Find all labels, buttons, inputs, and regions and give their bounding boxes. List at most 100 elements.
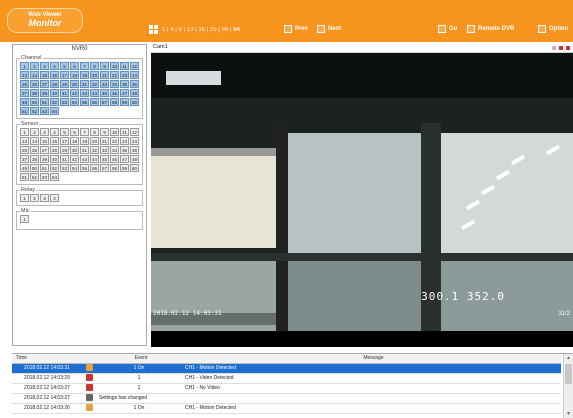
relay-button[interactable]: 1 (20, 194, 29, 202)
sensor-button[interactable]: 24 (130, 137, 139, 145)
sensor-button[interactable]: 34 (110, 146, 119, 154)
sensor-button[interactable]: 38 (30, 155, 39, 163)
channel-button[interactable]: 56 (90, 98, 99, 106)
channel-button[interactable]: 28 (50, 80, 59, 88)
col-event[interactable]: Event (96, 354, 182, 364)
channel-button[interactable]: 30 (70, 80, 79, 88)
sensor-button[interactable]: 21 (100, 137, 109, 145)
channel-button[interactable]: 12 (130, 62, 139, 70)
sensor-button[interactable]: 23 (120, 137, 129, 145)
channel-button[interactable]: 41 (60, 89, 69, 97)
sensor-button[interactable]: 36 (130, 146, 139, 154)
channel-button[interactable]: 53 (60, 98, 69, 106)
sensor-button[interactable]: 41 (60, 155, 69, 163)
channel-button[interactable]: 35 (120, 80, 129, 88)
channel-button[interactable]: 27 (40, 80, 49, 88)
channel-button[interactable]: 52 (50, 98, 59, 106)
sensor-button[interactable]: 30 (70, 146, 79, 154)
log-row[interactable]: 2018.02.12 14:03:27 Settings has changed (12, 393, 561, 404)
sensor-button[interactable]: 12 (130, 128, 139, 136)
channel-button[interactable]: 44 (90, 89, 99, 97)
sensor-button[interactable]: 46 (110, 155, 119, 163)
sensor-button[interactable]: 48 (130, 155, 139, 163)
sensor-button[interactable]: 39 (40, 155, 49, 163)
log-row[interactable]: 2018.02.12 14:03:31 1 On CH1 - Motion Dete… (12, 363, 561, 374)
channel-button[interactable]: 29 (60, 80, 69, 88)
scroll-up-icon[interactable]: ▲ (566, 355, 571, 361)
mic-button[interactable]: 1 (20, 215, 29, 223)
sensor-button[interactable]: 7 (80, 128, 89, 136)
log-row[interactable]: 2018.02.12 14:03:27 1 CH1 - No Video (12, 383, 561, 394)
channel-button[interactable]: 13 (20, 71, 29, 79)
sensor-button[interactable]: 4 (50, 128, 59, 136)
minimize-icon[interactable] (551, 45, 557, 51)
sensor-button[interactable]: 37 (20, 155, 29, 163)
channel-button[interactable]: 14 (30, 71, 39, 79)
scroll-thumb[interactable] (565, 364, 572, 384)
prev-button[interactable]: Prev (284, 25, 308, 33)
sensor-button[interactable]: 20 (90, 137, 99, 145)
camera-pane[interactable]: Cam1 300.1 352.0 2018.02.12 14:03:31 31/… (151, 44, 573, 347)
channel-button[interactable]: 61 (20, 107, 29, 115)
split-mode-64[interactable]: 64 (233, 27, 240, 33)
sensor-button[interactable]: 43 (80, 155, 89, 163)
channel-button[interactable]: 45 (100, 89, 109, 97)
log-row[interactable]: 2018.02.12 14:03:29 1 CH1 - Video Detected (12, 373, 561, 384)
channel-button[interactable]: 62 (30, 107, 39, 115)
channel-button[interactable]: 34 (110, 80, 119, 88)
sensor-button[interactable]: 40 (50, 155, 59, 163)
sensor-button[interactable]: 32 (90, 146, 99, 154)
sensor-button[interactable]: 3 (40, 128, 49, 136)
channel-button[interactable]: 37 (20, 89, 29, 97)
sensor-button[interactable]: 9 (100, 128, 109, 136)
channel-button[interactable]: 8 (90, 62, 99, 70)
sensor-button[interactable]: 51 (40, 164, 49, 172)
channel-button[interactable]: 10 (110, 62, 119, 70)
channel-button[interactable]: 57 (100, 98, 109, 106)
scroll-down-icon[interactable]: ▼ (566, 411, 571, 417)
channel-button[interactable]: 38 (30, 89, 39, 97)
channel-button[interactable]: 6 (70, 62, 79, 70)
channel-button[interactable]: 49 (20, 98, 29, 106)
relay-button[interactable]: 4 (50, 194, 59, 202)
sensor-button[interactable]: 42 (70, 155, 79, 163)
sensor-button[interactable]: 16 (50, 137, 59, 145)
sensor-button[interactable]: 63 (40, 173, 49, 181)
channel-button[interactable]: 36 (130, 80, 139, 88)
channel-button[interactable]: 3 (40, 62, 49, 70)
sensor-button[interactable]: 31 (80, 146, 89, 154)
sensor-button[interactable]: 50 (30, 164, 39, 172)
remote-dvr-button[interactable]: Remote DVR (467, 25, 514, 33)
sensor-button[interactable]: 56 (90, 164, 99, 172)
sensor-button[interactable]: 11 (120, 128, 129, 136)
sensor-button[interactable]: 61 (20, 173, 29, 181)
sensor-button[interactable]: 29 (60, 146, 69, 154)
channel-button[interactable]: 26 (30, 80, 39, 88)
sensor-button[interactable]: 64 (50, 173, 59, 181)
sensor-button[interactable]: 25 (20, 146, 29, 154)
channel-button[interactable]: 9 (100, 62, 109, 70)
channel-button[interactable]: 21 (100, 71, 109, 79)
close-icon[interactable] (565, 45, 571, 51)
channel-button[interactable]: 47 (120, 89, 129, 97)
channel-button[interactable]: 42 (70, 89, 79, 97)
sensor-button[interactable]: 6 (70, 128, 79, 136)
sensor-button[interactable]: 19 (80, 137, 89, 145)
video-feed[interactable]: 300.1 352.0 2018.02.12 14:03:31 31/2 (151, 53, 573, 347)
channel-button[interactable]: 11 (120, 62, 129, 70)
sensor-button[interactable]: 54 (70, 164, 79, 172)
sensor-button[interactable]: 10 (110, 128, 119, 136)
channel-button[interactable]: 59 (120, 98, 129, 106)
channel-button[interactable]: 64 (50, 107, 59, 115)
sensor-button[interactable]: 8 (90, 128, 99, 136)
relay-button[interactable]: 2 (30, 194, 39, 202)
channel-button[interactable]: 50 (30, 98, 39, 106)
channel-button[interactable]: 19 (80, 71, 89, 79)
channel-button[interactable]: 24 (130, 71, 139, 79)
sensor-button[interactable]: 1 (20, 128, 29, 136)
channel-button[interactable]: 15 (40, 71, 49, 79)
channel-button[interactable]: 31 (80, 80, 89, 88)
channel-button[interactable]: 23 (120, 71, 129, 79)
maximize-icon[interactable] (558, 45, 564, 51)
sensor-button[interactable]: 22 (110, 137, 119, 145)
